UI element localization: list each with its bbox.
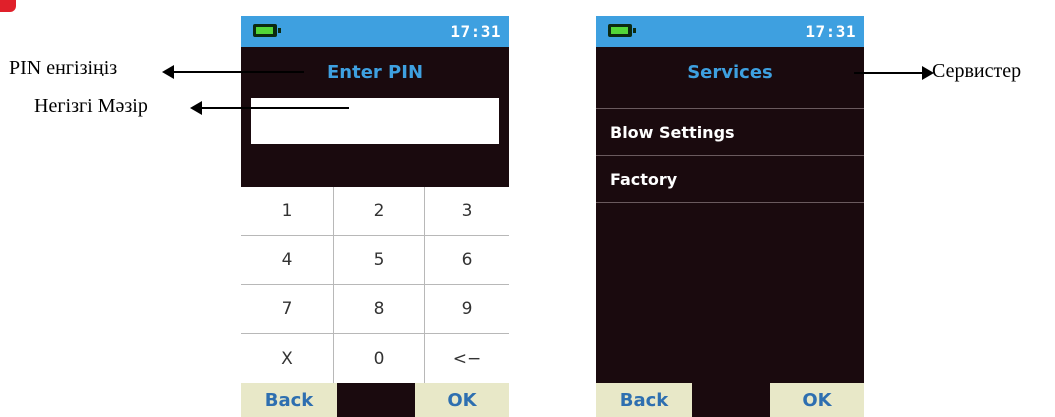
screen-title: Services bbox=[687, 62, 773, 83]
callout-services: Сервистер bbox=[932, 60, 1022, 82]
pin-input[interactable] bbox=[251, 98, 499, 144]
key-cancel[interactable]: X bbox=[241, 334, 334, 383]
arrow-services bbox=[854, 66, 934, 80]
menu-item-blow-settings[interactable]: Blow Settings bbox=[610, 123, 735, 142]
battery-icon bbox=[253, 24, 281, 37]
clock: 17:31 bbox=[805, 22, 856, 41]
callout-main-menu: Негізгі Мәзір bbox=[34, 95, 148, 117]
arrow-pin-prompt bbox=[162, 65, 304, 79]
status-bar: 17:31 bbox=[596, 16, 864, 47]
key-3[interactable]: 3 bbox=[425, 187, 509, 236]
ok-button[interactable]: OK bbox=[770, 383, 864, 417]
key-5[interactable]: 5 bbox=[334, 236, 425, 285]
key-6[interactable]: 6 bbox=[425, 236, 509, 285]
numeric-keypad: 1 2 3 4 5 6 7 8 9 X 0 <− bbox=[241, 187, 509, 383]
key-2[interactable]: 2 bbox=[334, 187, 425, 236]
key-4[interactable]: 4 bbox=[241, 236, 334, 285]
key-backspace[interactable]: <− bbox=[425, 334, 509, 383]
clock: 17:31 bbox=[450, 22, 501, 41]
enter-pin-screen: 17:31 Enter PIN 1 2 3 4 5 6 7 8 9 X 0 <−… bbox=[241, 16, 509, 417]
menu-divider bbox=[596, 155, 864, 156]
menu-item-factory[interactable]: Factory bbox=[610, 170, 677, 189]
battery-icon bbox=[608, 24, 636, 37]
key-1[interactable]: 1 bbox=[241, 187, 334, 236]
key-7[interactable]: 7 bbox=[241, 285, 334, 334]
back-button[interactable]: Back bbox=[241, 383, 337, 417]
key-9[interactable]: 9 bbox=[425, 285, 509, 334]
corner-mark bbox=[0, 0, 16, 12]
status-bar: 17:31 bbox=[241, 16, 509, 47]
services-screen: 17:31 Services Blow Settings Factory Bac… bbox=[596, 16, 864, 417]
key-8[interactable]: 8 bbox=[334, 285, 425, 334]
back-button[interactable]: Back bbox=[596, 383, 692, 417]
menu-divider bbox=[596, 202, 864, 203]
key-0[interactable]: 0 bbox=[334, 334, 425, 383]
ok-button[interactable]: OK bbox=[415, 383, 509, 417]
menu-divider bbox=[596, 108, 864, 109]
arrow-main-menu bbox=[190, 101, 349, 115]
callout-pin-prompt: PIN енгізіңіз bbox=[9, 57, 118, 76]
